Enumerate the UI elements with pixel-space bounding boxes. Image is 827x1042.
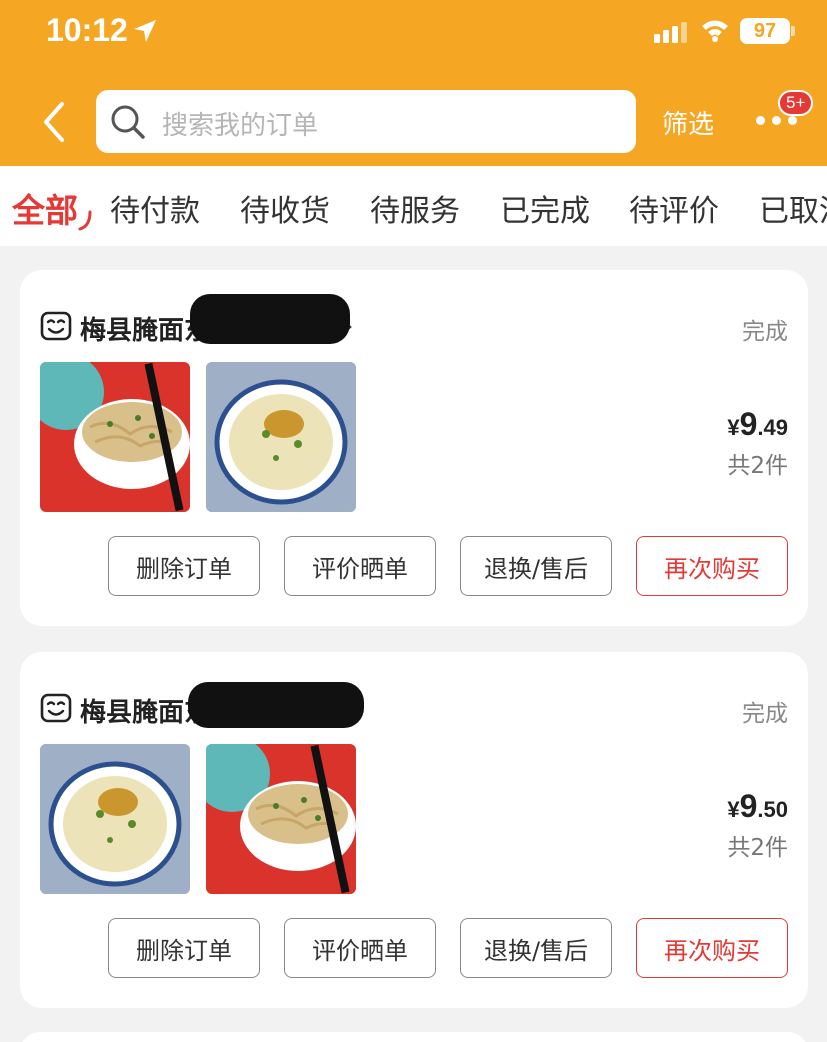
review-button[interactable]: 评价晒单 [284, 918, 436, 978]
tab-all[interactable]: 全部 [12, 184, 78, 232]
battery-tip [791, 26, 795, 36]
wifi-icon [702, 20, 728, 42]
order-price: ¥9.49 [727, 406, 788, 442]
noodle-bowl-image [206, 362, 356, 512]
item-count: 共2件 [727, 453, 788, 479]
return-service-button[interactable]: 退换/售后 [460, 918, 612, 978]
noodle-bowl-image [206, 744, 356, 894]
redaction-mark [188, 682, 364, 728]
shop-bag-icon [40, 311, 72, 341]
buy-again-button[interactable]: 再次购买 [636, 536, 788, 596]
product-thumbnail[interactable] [206, 362, 356, 512]
noodle-bowl-image [40, 744, 190, 894]
return-service-button[interactable]: 退换/售后 [460, 536, 612, 596]
top-header: 10:12 97 搜索我的订单 筛选 5+ [0, 0, 827, 166]
delete-order-button[interactable]: 删除订单 [108, 918, 260, 978]
order-card[interactable]: 梅县腌面东莞东坑店 完成 ¥9.49 共2件 删除订单 评价晒单 退换/售后 再… [20, 270, 808, 626]
delete-order-button[interactable]: 删除订单 [108, 536, 260, 596]
buy-again-button[interactable]: 再次购买 [636, 918, 788, 978]
search-placeholder: 搜索我的订单 [162, 111, 319, 141]
status-bar: 10:12 97 [0, 0, 827, 64]
product-thumbnail[interactable] [206, 744, 356, 894]
product-thumbnail[interactable] [40, 362, 190, 512]
tab-pending-payment[interactable]: 待付款 [110, 186, 200, 230]
filter-button[interactable]: 筛选 [662, 104, 714, 141]
tab-pending-receipt[interactable]: 待收货 [240, 186, 330, 230]
redaction-mark [190, 294, 350, 344]
noodle-bowl-image [40, 362, 190, 512]
search-input[interactable]: 搜索我的订单 [96, 90, 636, 153]
back-button[interactable] [36, 100, 76, 144]
status-time: 10:12 [46, 12, 128, 48]
tab-completed[interactable]: 已完成 [500, 186, 590, 230]
order-status: 完成 [742, 701, 788, 727]
tab-pending-review[interactable]: 待评价 [629, 186, 719, 230]
signal-icon [654, 22, 687, 43]
order-price: ¥9.50 [727, 788, 788, 824]
item-count: 共2件 [727, 835, 788, 861]
order-card[interactable] [20, 1032, 808, 1042]
battery-indicator: 97 [740, 18, 790, 44]
order-status: 完成 [742, 319, 788, 345]
tab-cancelled[interactable]: 已取消 [759, 186, 827, 230]
tab-pending-service[interactable]: 待服务 [370, 186, 460, 230]
order-tabs: 全部 待付款 待收货 待服务 已完成 待评价 已取消 [0, 166, 827, 246]
notification-badge: 5+ [778, 90, 814, 116]
order-card[interactable]: 梅县腌面东莞东坑店 完成 ¥9.50 共2件 删除订单 评价晒单 退换/售后 再… [20, 652, 808, 1008]
tab-active-indicator [78, 210, 92, 231]
search-icon [111, 105, 145, 139]
product-thumbnail[interactable] [40, 744, 190, 894]
review-button[interactable]: 评价晒单 [284, 536, 436, 596]
location-arrow-icon [134, 20, 156, 42]
shop-bag-icon [40, 693, 72, 723]
